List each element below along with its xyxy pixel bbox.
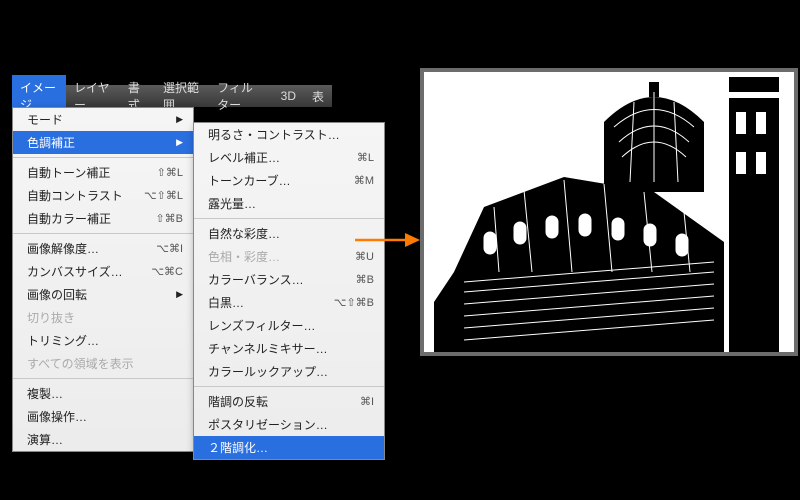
- image-menu-item-14[interactable]: 複製…: [13, 382, 193, 405]
- image-menu-item-16[interactable]: 演算…: [13, 428, 193, 451]
- menu-separator: [194, 386, 384, 387]
- menu-item-label: 白黒…: [208, 294, 244, 311]
- image-menu-item-5[interactable]: 自動カラー補正 ⇧⌘B: [13, 207, 193, 230]
- menu-item-shortcut: ⌘U: [355, 250, 374, 263]
- submenu-arrow-icon: ▶: [176, 289, 183, 300]
- app-menubar[interactable]: イメージレイヤー書式選択範囲フィルター3D表: [12, 85, 332, 107]
- menu-item-shortcut: ⌥⌘C: [151, 265, 183, 278]
- menu-item-label: 自動カラー補正: [27, 210, 111, 227]
- menu-item-label: カラーバランス…: [208, 271, 304, 288]
- arrow-icon: [355, 230, 420, 250]
- menu-item-label: カンバスサイズ…: [27, 263, 123, 280]
- menu-item-label: 画像解像度…: [27, 240, 99, 257]
- menu-item-label: 色調補正: [27, 134, 75, 151]
- menu-item-shortcut: ⇧⌘B: [155, 212, 183, 225]
- menubar-item-5[interactable]: 3D: [273, 85, 304, 107]
- menu-item-shortcut: ⌥⇧⌘B: [334, 296, 374, 309]
- image-menu-item-9[interactable]: 画像の回転 ▶: [13, 283, 193, 306]
- adjustments-item-10[interactable]: チャンネルミキサー…: [194, 337, 384, 360]
- adjustments-item-0[interactable]: 明るさ・コントラスト…: [194, 123, 384, 146]
- menubar-item-6[interactable]: 表: [304, 84, 332, 109]
- image-menu-item-8[interactable]: カンバスサイズ… ⌥⌘C: [13, 260, 193, 283]
- adjustments-item-14[interactable]: ポスタリゼーション…: [194, 413, 384, 436]
- menu-item-label: 画像の回転: [27, 286, 87, 303]
- result-image: [424, 72, 794, 352]
- image-menu-item-10: 切り抜き: [13, 306, 193, 329]
- menu-item-shortcut: ⌘I: [360, 395, 374, 408]
- menu-item-shortcut: ⌘L: [357, 151, 374, 164]
- menu-item-label: 画像操作…: [27, 408, 87, 425]
- image-menu-item-0[interactable]: モード ▶: [13, 108, 193, 131]
- image-menu-item-7[interactable]: 画像解像度… ⌥⌘I: [13, 237, 193, 260]
- image-menu-item-4[interactable]: 自動コントラスト ⌥⇧⌘L: [13, 184, 193, 207]
- menu-separator: [13, 157, 193, 158]
- adjustments-item-2[interactable]: トーンカーブ… ⌘M: [194, 169, 384, 192]
- image-menu-item-12: すべての領域を表示: [13, 352, 193, 375]
- adjustments-item-7[interactable]: カラーバランス… ⌘B: [194, 268, 384, 291]
- image-menu-item-1[interactable]: 色調補正 ▶: [13, 131, 193, 154]
- menu-item-label: 切り抜き: [27, 309, 75, 326]
- menu-item-label: カラールックアップ…: [208, 363, 328, 380]
- menu-item-label: チャンネルミキサー…: [208, 340, 328, 357]
- image-menu-item-15[interactable]: 画像操作…: [13, 405, 193, 428]
- menu-item-shortcut: ⇧⌘L: [157, 166, 183, 179]
- menu-item-label: トーンカーブ…: [208, 172, 291, 189]
- menu-item-shortcut: ⌘M: [354, 174, 374, 187]
- menu-separator: [13, 233, 193, 234]
- menu-item-shortcut: ⌥⇧⌘L: [144, 189, 183, 202]
- menu-item-label: 自然な彩度…: [208, 225, 280, 242]
- adjustments-item-13[interactable]: 階調の反転 ⌘I: [194, 390, 384, 413]
- menu-item-shortcut: ⌘B: [356, 273, 374, 286]
- submenu-arrow-icon: ▶: [176, 137, 183, 148]
- menu-item-label: 演算…: [27, 431, 63, 448]
- menu-item-label: 自動コントラスト: [27, 187, 123, 204]
- result-image-frame: [420, 68, 798, 356]
- menu-separator: [13, 378, 193, 379]
- adjustments-item-11[interactable]: カラールックアップ…: [194, 360, 384, 383]
- image-menu-item-11[interactable]: トリミング…: [13, 329, 193, 352]
- menu-separator: [194, 218, 384, 219]
- menu-item-label: レンズフィルター…: [208, 317, 316, 334]
- menu-item-shortcut: ⌥⌘I: [156, 242, 183, 255]
- menu-item-label: トリミング…: [27, 332, 99, 349]
- menu-item-label: 明るさ・コントラスト…: [208, 126, 340, 143]
- adjustments-item-8[interactable]: 白黒… ⌥⇧⌘B: [194, 291, 384, 314]
- menu-item-label: 階調の反転: [208, 393, 268, 410]
- menu-item-label: ２階調化…: [208, 439, 268, 456]
- menu-item-label: レベル補正…: [208, 149, 280, 166]
- menu-item-label: すべての領域を表示: [27, 355, 134, 372]
- menu-item-label: 複製…: [27, 385, 63, 402]
- image-menu-dropdown[interactable]: モード ▶ 色調補正 ▶ 自動トーン補正 ⇧⌘L 自動コントラスト ⌥⇧⌘L 自動カラー補正 ⇧⌘…: [12, 107, 194, 452]
- adjustments-item-15[interactable]: ２階調化…: [194, 436, 384, 459]
- menu-item-label: 露光量…: [208, 195, 256, 212]
- menu-item-label: 色相・彩度…: [208, 248, 280, 265]
- adjustments-item-9[interactable]: レンズフィルター…: [194, 314, 384, 337]
- menu-item-label: モード: [27, 111, 63, 128]
- submenu-arrow-icon: ▶: [176, 114, 183, 125]
- menu-item-label: ポスタリゼーション…: [208, 416, 328, 433]
- menubar-item-4[interactable]: フィルター: [209, 75, 273, 117]
- adjustments-submenu[interactable]: 明るさ・コントラスト… レベル補正… ⌘L トーンカーブ… ⌘M 露光量… 自然な彩度… 色相…: [193, 122, 385, 460]
- menu-item-label: 自動トーン補正: [27, 164, 110, 181]
- image-menu-item-3[interactable]: 自動トーン補正 ⇧⌘L: [13, 161, 193, 184]
- adjustments-item-3[interactable]: 露光量…: [194, 192, 384, 215]
- adjustments-item-1[interactable]: レベル補正… ⌘L: [194, 146, 384, 169]
